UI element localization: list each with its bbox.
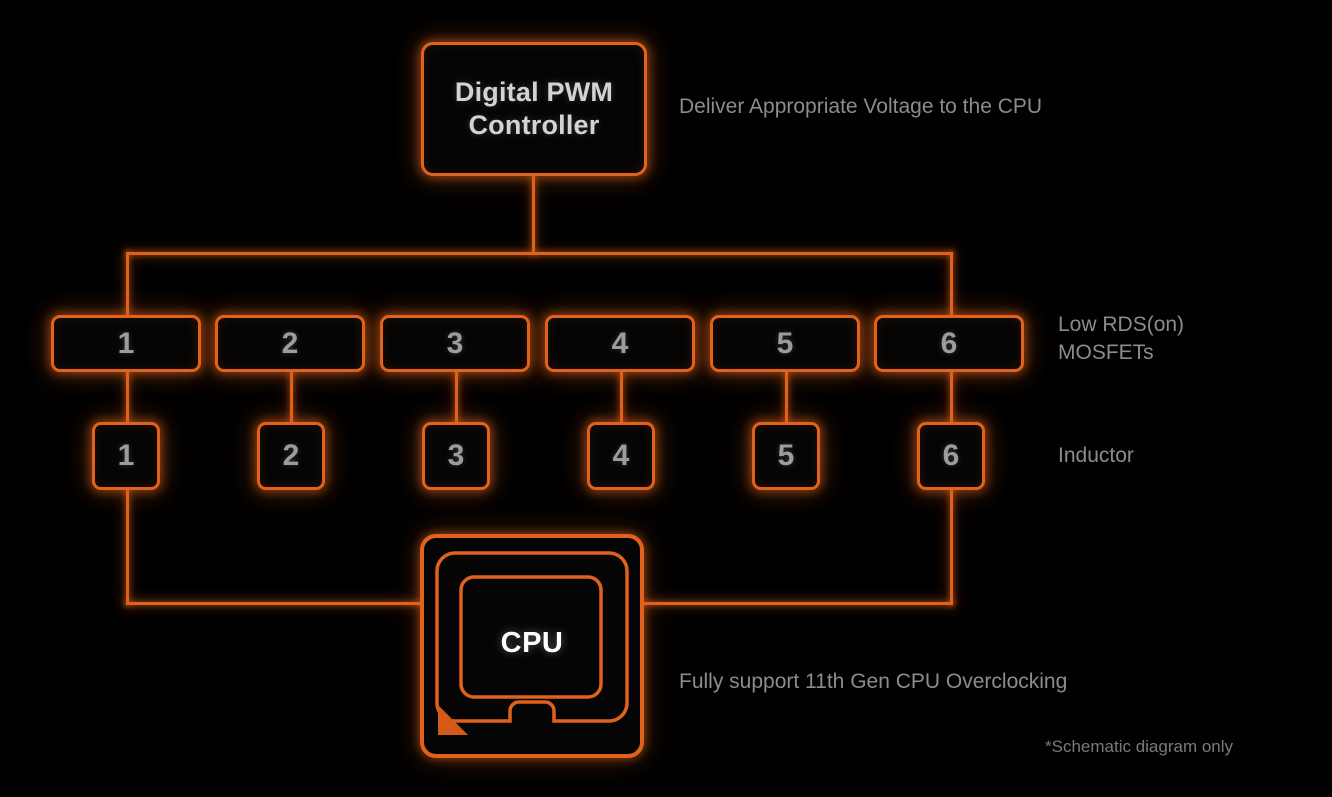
inductor-box-6-number: 6 [942, 439, 960, 472]
wire-distribution-bus [127, 252, 952, 255]
inductor-box-4: 4 [587, 422, 655, 490]
digital-pwm-controller-label: Digital PWM Controller [454, 77, 614, 140]
mosfet-box-2-number: 2 [281, 326, 299, 360]
wire-bus-left-drop [126, 252, 129, 316]
mosfet-box-3: 3 [380, 315, 530, 372]
mosfet-box-5-number: 5 [776, 326, 794, 360]
inductor-box-3-number: 3 [447, 439, 465, 472]
annotation-inductor-label: Inductor [1058, 444, 1134, 467]
wire-pwm-to-bus [532, 176, 535, 254]
wire-mosfet-5-to-inductor-5 [785, 371, 788, 423]
annotation-deliver-voltage: Deliver Appropriate Voltage to the CPU [679, 95, 1043, 118]
inductor-box-2-number: 2 [282, 439, 300, 472]
inductor-box-1-number: 1 [117, 439, 135, 472]
annotation-disclaimer: *Schematic diagram only [1045, 737, 1234, 756]
wire-mosfet-2-to-inductor-2 [290, 371, 293, 423]
wire-mosfet-3-to-inductor-3 [455, 371, 458, 423]
inductor-box-5: 5 [752, 422, 820, 490]
annotation-overclocking: Fully support 11th Gen CPU Overclocking [679, 670, 1068, 693]
mosfet-box-4-number: 4 [611, 326, 629, 360]
wire-right-return-to-cpu [638, 602, 953, 605]
inductor-box-3: 3 [422, 422, 490, 490]
wire-mosfet-1-to-inductor-1 [126, 371, 129, 423]
wire-inductor-1-return-down [126, 489, 129, 605]
mosfet-box-3-number: 3 [446, 326, 464, 360]
mosfet-box-6: 6 [874, 315, 1024, 372]
wire-inductor-6-return-down [950, 489, 953, 605]
inductor-box-4-number: 4 [612, 439, 630, 472]
wire-mosfet-4-to-inductor-4 [620, 371, 623, 423]
wire-left-return-to-cpu [126, 602, 426, 605]
digital-pwm-controller-box: Digital PWM Controller [421, 42, 647, 176]
wire-bus-right-drop [950, 252, 953, 316]
wire-mosfet-6-to-inductor-6 [950, 371, 953, 423]
schematic-diagram: Digital PWM Controller 1 2 3 4 5 6 1 2 3… [0, 0, 1332, 797]
inductor-box-5-number: 5 [777, 439, 795, 472]
mosfet-box-1-number: 1 [117, 326, 135, 360]
annotation-mosfets-label: Low RDS(on) MOSFETs [1058, 313, 1185, 365]
mosfet-box-6-number: 6 [940, 326, 958, 360]
mosfet-box-4: 4 [545, 315, 695, 372]
inductor-box-1: 1 [92, 422, 160, 490]
inductor-box-6: 6 [917, 422, 985, 490]
mosfet-box-1: 1 [51, 315, 201, 372]
cpu-package: CPU [419, 533, 645, 759]
mosfet-box-2: 2 [215, 315, 365, 372]
inductor-box-2: 2 [257, 422, 325, 490]
cpu-label: CPU [500, 626, 564, 659]
mosfet-box-5: 5 [710, 315, 860, 372]
